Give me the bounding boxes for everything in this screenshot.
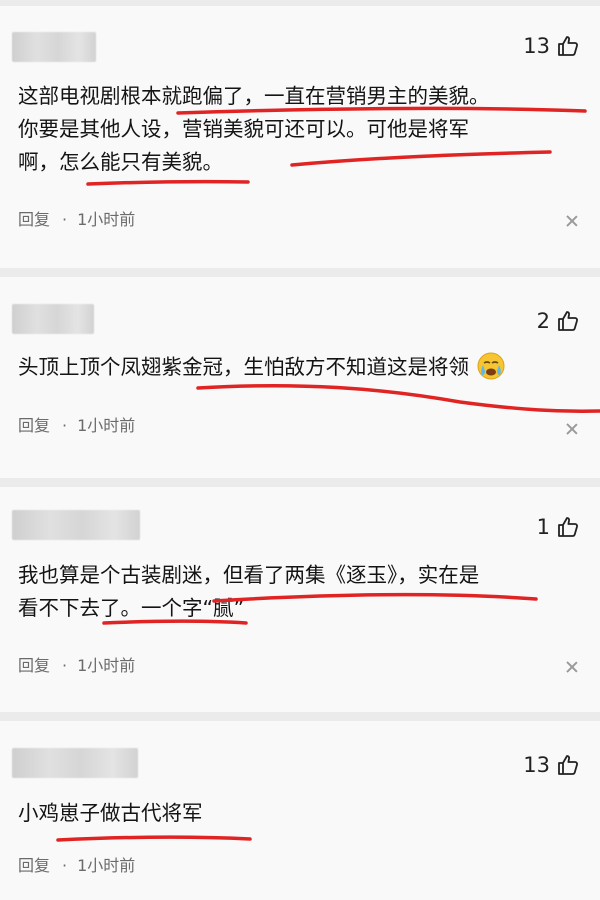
like-count: 13 xyxy=(523,34,550,58)
thumbs-up-icon xyxy=(558,36,578,56)
close-icon[interactable] xyxy=(566,423,578,435)
blurred-username xyxy=(12,748,138,778)
like-count: 1 xyxy=(536,515,550,539)
separator xyxy=(0,268,600,277)
thumbs-up-icon xyxy=(558,517,578,537)
comment-text: 这部电视剧根本就跑偏了，一直在营销男主的美貌。 你要是其他人设，营销美貌可还可以… xyxy=(18,84,490,174)
separator xyxy=(0,478,600,487)
blurred-username xyxy=(12,304,94,334)
red-underline xyxy=(56,106,600,842)
separator xyxy=(0,712,600,721)
comment-text: 头顶上顶个凤翅紫金冠，生怕敌方不知道这是将领 xyxy=(18,351,506,384)
like-button[interactable]: 2 xyxy=(537,309,580,333)
close-icon[interactable] xyxy=(566,215,578,227)
like-button[interactable]: 13 xyxy=(523,753,580,777)
like-count: 13 xyxy=(523,753,550,777)
comment-text: 小鸡崽子做古代将军 xyxy=(18,801,203,825)
close-icon[interactable] xyxy=(566,661,578,673)
timestamp: 1小时前 xyxy=(77,416,136,435)
comment-meta: 回复 · 1小时前 xyxy=(18,656,136,675)
comment-meta: 回复 · 1小时前 xyxy=(18,210,136,229)
comment-text: 我也算是个古装剧迷，但看了两集《逐玉》，实在是 看不下去了。一个字“腻” xyxy=(18,563,480,620)
crying-face-emoji xyxy=(477,352,505,380)
reply-button[interactable]: 回复 xyxy=(18,210,50,229)
reply-button[interactable]: 回复 xyxy=(18,656,50,675)
red-underline xyxy=(56,835,252,842)
reply-button[interactable]: 回复 xyxy=(18,856,50,875)
timestamp: 1小时前 xyxy=(77,656,136,675)
red-underline xyxy=(196,383,600,413)
comment-meta: 回复 · 1小时前 xyxy=(18,416,136,435)
like-count: 2 xyxy=(536,309,550,333)
like-button[interactable]: 13 xyxy=(523,34,580,58)
thumbs-up-icon xyxy=(558,755,578,775)
timestamp: 1小时前 xyxy=(77,856,136,875)
blurred-username xyxy=(12,510,140,540)
like-button[interactable]: 1 xyxy=(537,515,580,539)
red-underline xyxy=(86,179,250,186)
timestamp: 1小时前 xyxy=(77,210,136,229)
comment-meta: 回复 · 1小时前 xyxy=(18,856,136,875)
reply-button[interactable]: 回复 xyxy=(18,416,50,435)
thumbs-up-icon xyxy=(558,311,578,331)
blurred-username xyxy=(12,32,96,62)
separator xyxy=(0,0,600,6)
